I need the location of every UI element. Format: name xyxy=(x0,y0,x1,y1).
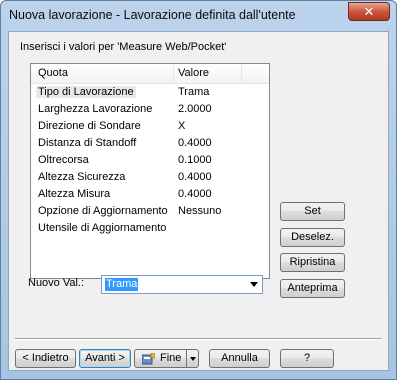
finish-split-button: Fine xyxy=(134,349,199,368)
deselect-button[interactable]: Deselez. xyxy=(280,228,345,247)
set-button[interactable]: Set xyxy=(280,202,345,221)
flag-icon xyxy=(142,353,155,365)
back-button[interactable]: < Indietro xyxy=(15,349,76,368)
cancel-button[interactable]: Annulla xyxy=(209,349,270,368)
row-value: X xyxy=(178,120,186,132)
window-title: Nuova lavorazione - Lavorazione definita… xyxy=(9,8,296,22)
preview-button[interactable]: Anteprima xyxy=(280,279,345,298)
row-name: Distanza di Standoff xyxy=(38,137,137,149)
parameters-list[interactable]: Quota Valore Tipo di Lavorazione Trama L… xyxy=(30,63,270,279)
row-name: Tipo di Lavorazione xyxy=(36,86,136,98)
row-name: Altezza Misura xyxy=(38,188,111,200)
help-button[interactable]: ? xyxy=(280,349,334,368)
column-separator[interactable] xyxy=(241,65,242,82)
next-button[interactable]: Avanti > xyxy=(79,349,131,368)
row-name: Altezza Sicurezza xyxy=(38,171,126,183)
row-name: Oltrecorsa xyxy=(38,154,89,166)
list-row[interactable]: Utensile di Aggiornamento xyxy=(31,221,269,237)
row-value: 0.4000 xyxy=(178,137,212,149)
list-row[interactable]: Tipo di Lavorazione Trama xyxy=(31,85,269,101)
list-row[interactable]: Distanza di Standoff 0.4000 xyxy=(31,136,269,152)
row-value: 2.0000 xyxy=(178,103,212,115)
row-value: Nessuno xyxy=(178,205,222,217)
dialog-client: Inserisci i valori per 'Measure Web/Pock… xyxy=(8,31,389,371)
row-value: 0.4000 xyxy=(178,171,212,183)
close-icon: ✕ xyxy=(363,4,375,19)
list-row[interactable]: Direzione di Sondare X xyxy=(31,119,269,135)
finish-dropdown-button[interactable] xyxy=(186,349,199,368)
finish-label: Fine xyxy=(160,352,182,364)
prompt-text: Inserisci i valori per 'Measure Web/Pock… xyxy=(20,41,227,53)
new-value-selected: Trama xyxy=(105,278,139,291)
list-row[interactable]: Oltrecorsa 0.1000 xyxy=(31,153,269,169)
row-name: Larghezza Lavorazione xyxy=(38,103,153,115)
restore-button[interactable]: Ripristina xyxy=(280,253,345,272)
list-header: Quota Valore xyxy=(31,64,269,84)
list-row[interactable]: Opzione di Aggiornamento Nessuno xyxy=(31,204,269,220)
row-value: 0.1000 xyxy=(178,154,212,166)
list-row[interactable]: Altezza Sicurezza 0.4000 xyxy=(31,170,269,186)
finish-button[interactable]: Fine xyxy=(134,349,187,368)
column-header-valore[interactable]: Valore xyxy=(178,67,209,79)
row-name: Opzione di Aggiornamento xyxy=(38,205,168,217)
list-row[interactable]: Altezza Misura 0.4000 xyxy=(31,187,269,203)
column-header-quota[interactable]: Quota xyxy=(38,67,68,79)
footer-divider xyxy=(15,338,382,340)
title-bar[interactable]: Nuova lavorazione - Lavorazione definita… xyxy=(1,1,396,31)
chevron-down-icon[interactable] xyxy=(250,282,258,287)
row-name: Utensile di Aggiornamento xyxy=(38,222,167,234)
list-row[interactable]: Larghezza Lavorazione 2.0000 xyxy=(31,102,269,118)
new-value-combobox[interactable]: Trama xyxy=(101,275,263,294)
row-value: 0.4000 xyxy=(178,188,212,200)
row-name: Direzione di Sondare xyxy=(38,120,141,132)
column-separator[interactable] xyxy=(173,65,174,82)
row-value: Trama xyxy=(178,86,210,98)
new-value-label: Nuovo Val.: xyxy=(28,277,85,289)
close-button[interactable]: ✕ xyxy=(348,2,390,21)
dialog-window: Nuova lavorazione - Lavorazione definita… xyxy=(0,0,397,380)
